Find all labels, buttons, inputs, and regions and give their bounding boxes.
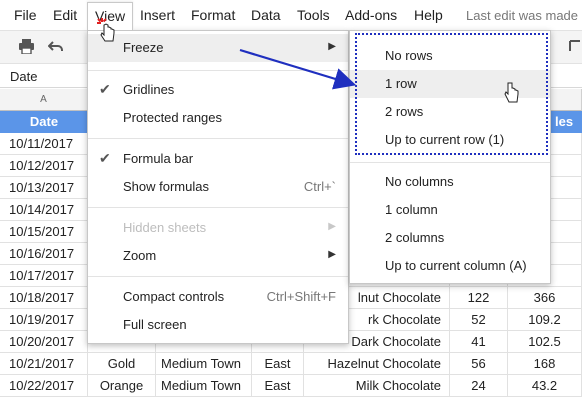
submenu-item-up-to-current-row-label: Up to current row (1) xyxy=(385,132,505,147)
cell-qty[interactable]: 24 xyxy=(450,375,508,397)
menu-item-freeze-label: Freeze xyxy=(123,40,164,55)
cell-date[interactable]: 10/16/2017 xyxy=(0,243,88,265)
menu-item-compact-controls-label: Compact controls xyxy=(123,289,225,304)
submenu-item-1-column-label: 1 column xyxy=(385,202,438,217)
submenu-item-1-row-label: 1 row xyxy=(385,76,417,91)
freeze-submenu: No rows 1 row 2 rows Up to current row (… xyxy=(349,30,551,284)
menu-help[interactable]: Help xyxy=(414,7,443,23)
cell-date[interactable]: 10/15/2017 xyxy=(0,221,88,243)
menu-separator xyxy=(88,207,348,208)
menu-item-hidden-sheets-label: Hidden sheets xyxy=(123,220,207,235)
cell-date[interactable]: 10/13/2017 xyxy=(0,177,88,199)
menu-separator xyxy=(88,70,348,71)
menu-item-full-screen-label: Full screen xyxy=(123,317,187,332)
cell-sales[interactable]: 366 xyxy=(508,287,582,309)
cell-qty[interactable]: 122 xyxy=(450,287,508,309)
menu-item-protected-ranges-label: Protected ranges xyxy=(123,110,223,125)
cell-qty[interactable]: 52 xyxy=(450,309,508,331)
menu-item-hidden-sheets: Hidden sheets ▶ xyxy=(88,214,348,242)
cell-date[interactable]: 10/14/2017 xyxy=(0,199,88,221)
cell-date[interactable]: 10/11/2017 xyxy=(0,133,88,155)
menu-item-zoom[interactable]: Zoom ▶ xyxy=(88,242,348,270)
menu-edit[interactable]: Edit xyxy=(53,7,77,23)
menu-item-formula-bar-label: Formula bar xyxy=(123,151,194,166)
menu-item-show-formulas-label: Show formulas xyxy=(123,179,209,194)
check-icon: ✔ xyxy=(99,81,111,97)
last-edit-link[interactable]: Last edit was made xyxy=(466,8,578,23)
submenu-separator xyxy=(350,162,550,163)
cell-date[interactable]: 10/19/2017 xyxy=(0,309,88,331)
menu-separator xyxy=(88,138,348,139)
print-icon[interactable] xyxy=(18,39,35,58)
submenu-item-no-columns[interactable]: No columns xyxy=(350,168,550,196)
header-date[interactable]: Date xyxy=(0,111,88,133)
cell-date[interactable]: 10/17/2017 xyxy=(0,265,88,287)
cell-region[interactable]: East xyxy=(252,375,304,397)
menu-data[interactable]: Data xyxy=(251,7,281,23)
cell-region[interactable]: East xyxy=(252,353,304,375)
submenu-arrow-icon: ▶ xyxy=(328,41,336,52)
menu-insert[interactable]: Insert xyxy=(140,7,175,23)
formula-bar-value[interactable]: Date xyxy=(10,69,37,84)
view-menu-dropdown: Freeze ▶ ✔ Gridlines Protected ranges ✔ … xyxy=(87,30,349,344)
menu-item-freeze[interactable]: Freeze ▶ xyxy=(88,34,348,62)
table-row[interactable]: 10/22/2017 Orange Medium Town East Milk Choc… xyxy=(0,375,582,397)
submenu-item-no-rows[interactable]: No rows xyxy=(350,42,550,70)
menu-separator xyxy=(88,276,348,277)
cell-town[interactable]: Medium Town xyxy=(156,375,252,397)
hand-cursor-icon xyxy=(503,82,521,107)
menu-file[interactable]: File xyxy=(14,7,37,23)
click-cursor-icon xyxy=(96,17,118,46)
menu-item-compact-controls[interactable]: Compact controls Ctrl+Shift+F xyxy=(88,283,348,311)
menu-item-formula-bar[interactable]: ✔ Formula bar xyxy=(88,145,348,173)
redo-icon[interactable] xyxy=(568,39,582,57)
cell-qty[interactable]: 56 xyxy=(450,353,508,375)
submenu-item-no-columns-label: No columns xyxy=(385,174,454,189)
check-icon: ✔ xyxy=(99,150,111,166)
menu-item-full-screen[interactable]: Full screen xyxy=(88,311,348,339)
submenu-item-no-rows-label: No rows xyxy=(385,48,433,63)
table-row[interactable]: 10/21/2017 Gold Medium Town East Hazelnut Ch… xyxy=(0,353,582,375)
submenu-arrow-icon: ▶ xyxy=(328,221,336,232)
cell-color[interactable]: Gold xyxy=(88,353,156,375)
submenu-item-up-to-current-row[interactable]: Up to current row (1) xyxy=(350,126,550,154)
menu-tools[interactable]: Tools xyxy=(297,7,330,23)
submenu-item-2-columns[interactable]: 2 columns xyxy=(350,224,550,252)
cell-date[interactable]: 10/12/2017 xyxy=(0,155,88,177)
shortcut-show-formulas: Ctrl+` xyxy=(303,179,336,194)
cell-color[interactable]: Orange xyxy=(88,375,156,397)
menu-item-protected-ranges[interactable]: Protected ranges xyxy=(88,104,348,132)
cell-qty[interactable]: 41 xyxy=(450,331,508,353)
header-sales[interactable]: les xyxy=(555,111,582,133)
undo-icon[interactable] xyxy=(47,39,64,57)
cell-date[interactable]: 10/18/2017 xyxy=(0,287,88,309)
menu-format[interactable]: Format xyxy=(191,7,235,23)
submenu-item-2-rows-label: 2 rows xyxy=(385,104,424,119)
submenu-item-1-column[interactable]: 1 column xyxy=(350,196,550,224)
cell-town[interactable]: Medium Town xyxy=(156,353,252,375)
menu-addons[interactable]: Add-ons xyxy=(345,7,397,23)
menu-item-gridlines-label: Gridlines xyxy=(123,82,175,97)
cell-sales[interactable]: 43.2 xyxy=(508,375,582,397)
shortcut-compact-controls: Ctrl+Shift+F xyxy=(266,289,336,304)
cell-product[interactable]: Milk Chocolate xyxy=(304,375,450,397)
cell-sales[interactable]: 109.2 xyxy=(508,309,582,331)
column-header-a[interactable]: A xyxy=(0,89,88,111)
cell-date[interactable]: 10/21/2017 xyxy=(0,353,88,375)
menu-bar: File Edit View Insert Format Data Tools … xyxy=(0,0,582,30)
submenu-arrow-icon: ▶ xyxy=(328,249,336,260)
submenu-item-up-to-current-column[interactable]: Up to current column (A) xyxy=(350,252,550,280)
cell-date[interactable]: 10/20/2017 xyxy=(0,331,88,353)
cell-sales[interactable]: 168 xyxy=(508,353,582,375)
menu-item-gridlines[interactable]: ✔ Gridlines xyxy=(88,76,348,104)
cell-date[interactable]: 10/22/2017 xyxy=(0,375,88,397)
submenu-item-up-to-current-column-label: Up to current column (A) xyxy=(385,258,527,273)
cell-product[interactable]: Hazelnut Chocolate xyxy=(304,353,450,375)
cell-sales[interactable]: 102.5 xyxy=(508,331,582,353)
submenu-item-2-columns-label: 2 columns xyxy=(385,230,445,245)
menu-item-zoom-label: Zoom xyxy=(123,248,157,263)
menu-item-show-formulas[interactable]: Show formulas Ctrl+` xyxy=(88,173,348,201)
